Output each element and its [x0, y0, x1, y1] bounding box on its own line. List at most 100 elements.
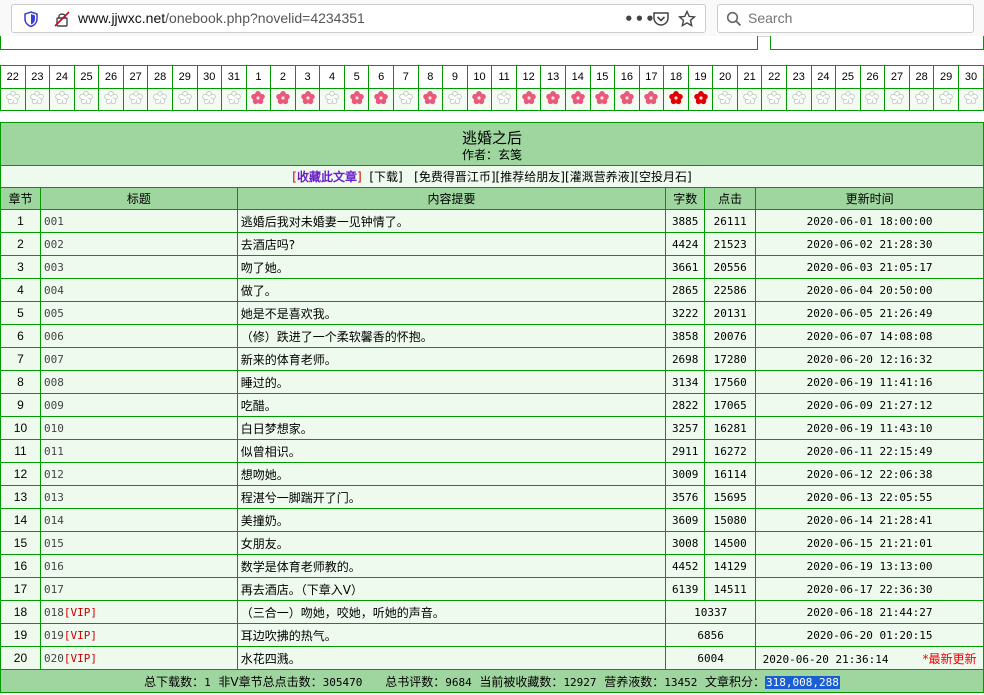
reviews-count: 9684: [445, 675, 472, 689]
moonstone-link[interactable]: 空投月石: [639, 170, 687, 184]
calendar-mark: [196, 87, 223, 111]
chapter-words: 3009: [665, 462, 706, 486]
flower-empty-icon: [865, 90, 880, 104]
calendar-mark: [957, 87, 984, 111]
chapter-updated: 2020-06-15 21:21:01: [806, 536, 933, 550]
chapter-title-link[interactable]: 006: [44, 330, 64, 343]
chapter-title-link[interactable]: 012: [44, 468, 64, 481]
chapter-title-link[interactable]: 014: [44, 514, 64, 527]
calendar-mark: [589, 87, 616, 111]
chapter-title-link[interactable]: 008: [44, 376, 64, 389]
chapter-title-link[interactable]: 010: [44, 422, 64, 435]
flower-empty-icon: [6, 90, 20, 104]
chapter-summary: 似曾相识。: [236, 439, 667, 463]
calendar-day: 9: [442, 65, 468, 89]
calendar-day: 23: [24, 65, 51, 89]
flower-filled-icon: [472, 90, 487, 104]
calendar-day: 1: [245, 65, 272, 89]
chapter-title-cell: 006: [39, 324, 238, 348]
chapter-title-link[interactable]: 013: [44, 491, 64, 504]
calendar-day: 12: [515, 65, 542, 89]
pocket-icon[interactable]: [652, 10, 670, 28]
chapter-number: 16: [0, 554, 41, 578]
chapter-title-cell: 016: [39, 554, 238, 578]
bookmark-star-icon[interactable]: [678, 10, 696, 28]
chapter-updated: 2020-06-18 21:44:27: [806, 605, 933, 619]
calendar-day: 25: [835, 65, 861, 89]
insecure-lock-icon[interactable]: [54, 11, 70, 27]
table-row: 6 006 （修）跌进了一个柔软馨香的怀抱。 3858 20076 2020-06-07 …: [0, 324, 984, 348]
nonv-clicks-count: 305470: [322, 675, 363, 689]
chapter-title-link[interactable]: 009: [44, 399, 64, 412]
chapter-title-link[interactable]: 004: [44, 284, 64, 297]
calendar-day: 20: [712, 65, 738, 89]
chapter-summary: 程湛兮一脚踹开了门。: [236, 485, 667, 509]
calendar-mark: [933, 87, 959, 111]
chapter-clicks: 17280: [704, 347, 757, 371]
reviews-label: 总书评数：: [385, 674, 446, 689]
flower-filled-icon: [300, 90, 315, 104]
chapter-updated-cell: 2020-06-14 21:28:41: [755, 508, 984, 532]
table-row: 18 018[VIP] （三合一）吻她，咬她，听她的声音。 10337 2020-06-…: [0, 600, 984, 624]
chapter-summary: 她是不是喜欢我。: [236, 301, 667, 325]
calendar-mark: [98, 87, 124, 111]
chapter-title-cell: 007: [39, 347, 238, 371]
chapter-summary: 女朋友。: [236, 531, 667, 555]
search-bar[interactable]: [717, 4, 974, 33]
table-row: 12 012 想吻她。 3009 16114 2020-06-12 22:06:38: [0, 462, 984, 486]
chapter-updated: 2020-06-01 18:00:00: [806, 214, 933, 228]
chapter-title-link[interactable]: 020: [44, 652, 64, 665]
flower-empty-icon: [104, 90, 118, 104]
chapter-number: 11: [0, 439, 41, 463]
chapter-title-link[interactable]: 018: [44, 606, 64, 619]
chapter-title-link[interactable]: 002: [44, 238, 64, 251]
chapter-summary: 睡过的。: [236, 370, 667, 394]
chapter-title-link[interactable]: 017: [44, 583, 64, 596]
chapter-title-link[interactable]: 011: [44, 445, 64, 458]
nutrient-link[interactable]: 灌溉营养液: [570, 170, 630, 184]
calendar-day: 17: [638, 65, 665, 89]
chapter-updated: 2020-06-03 21:05:17: [806, 260, 933, 274]
page-actions-icon[interactable]: •••: [624, 9, 655, 29]
tracking-shield-icon[interactable]: [24, 11, 38, 27]
chapter-words: 3661: [665, 255, 706, 279]
chapter-title-link[interactable]: 016: [44, 560, 64, 573]
chapter-title-cell: 002: [39, 232, 238, 256]
table-row: 5 005 她是不是喜欢我。 3222 20131 2020-06-05 21:26:49: [0, 301, 984, 325]
chapter-words: 2865: [665, 278, 706, 302]
url-bar[interactable]: www.jjwxc.net/onebook.php?novelid=423435…: [11, 4, 706, 33]
chapter-title-cell: 004: [39, 278, 238, 302]
flower-empty-icon: [128, 90, 143, 104]
nutrient-count: 13452: [664, 675, 698, 689]
chapter-title-link[interactable]: 005: [44, 307, 64, 320]
chapter-updated: 2020-06-20 12:16:32: [806, 352, 933, 366]
calendar-mark: [393, 87, 419, 111]
download-link[interactable]: 下载: [374, 170, 398, 184]
chapter-title-link[interactable]: 003: [44, 261, 64, 274]
url-path: /onebook.php?novelid=4234351: [165, 10, 365, 26]
chapter-words: 4424: [665, 232, 706, 256]
chapter-title-link[interactable]: 007: [44, 353, 64, 366]
table-row: 19 019[VIP] 耳边吹拂的热气。 6856 2020-06-20 01:20:1…: [0, 623, 984, 647]
chapter-summary: 想吻她。: [236, 462, 667, 486]
recommend-link[interactable]: 推荐给朋友: [500, 170, 560, 184]
chapter-updated: 2020-06-13 22:05:55: [806, 490, 933, 504]
search-input[interactable]: [748, 10, 958, 26]
chapter-title-link[interactable]: 019: [44, 629, 64, 642]
action-links: [收藏此文章] [下载] [免费得晋江币][推荐给朋友][灌溉营养液][空投月石…: [0, 165, 984, 188]
table-row: 14 014 美撞奶。 3609 15080 2020-06-14 21:28:41: [0, 508, 984, 532]
free-coins-link[interactable]: 免费得晋江币: [419, 170, 491, 184]
url-text[interactable]: www.jjwxc.net/onebook.php?novelid=423435…: [78, 10, 365, 26]
chapter-title-link[interactable]: 015: [44, 537, 64, 550]
chapter-clicks: 20131: [704, 301, 757, 325]
chapter-summary: 去酒店吗?: [236, 232, 667, 256]
calendar-mark: [466, 87, 493, 111]
favorite-link[interactable]: 收藏此文章: [297, 170, 357, 184]
chapter-clicks: 16281: [704, 416, 757, 440]
calendar-day: 11: [491, 65, 517, 89]
chapter-title-link[interactable]: 001: [44, 215, 64, 228]
flower-filled-icon: [251, 90, 266, 104]
table-header: 章节 标题 内容提要 字数 点击 更新时间: [0, 187, 984, 210]
flower-empty-icon: [153, 90, 167, 104]
flower-empty-icon: [841, 90, 855, 104]
